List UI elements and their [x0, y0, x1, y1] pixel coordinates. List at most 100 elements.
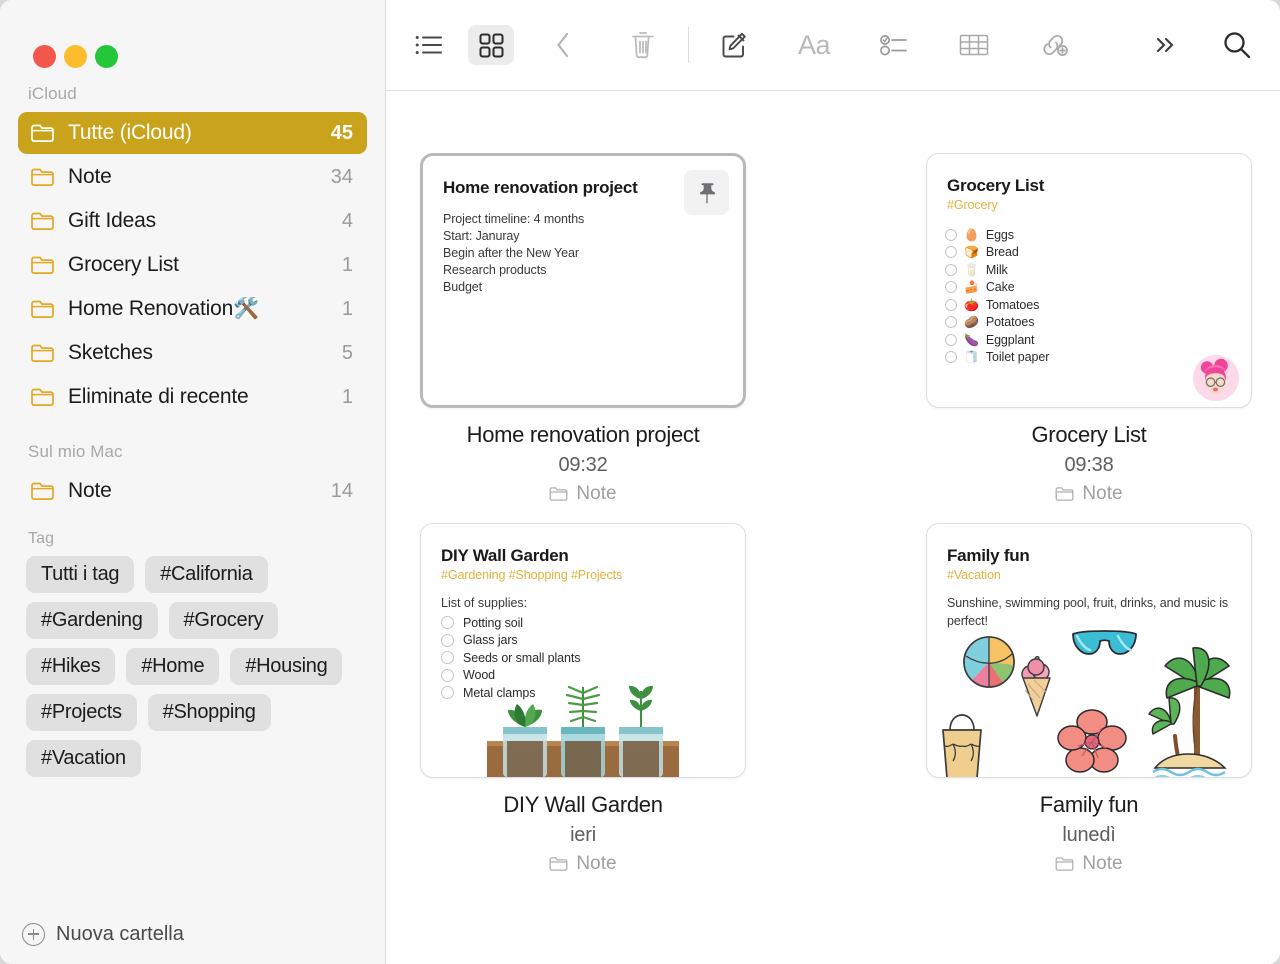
item-emoji: 🍰 [964, 281, 979, 293]
checklist-item[interactable]: 🍅 Tomatoes [945, 296, 1251, 314]
close-button[interactable] [33, 45, 56, 68]
checklist-item-label: Tomatoes [986, 298, 1039, 312]
note-caption: Home renovation project 09:32 Note [420, 408, 746, 505]
note-cell[interactable]: Home renovation project Project timeline… [420, 153, 746, 505]
note-timestamp: lunedì [926, 818, 1252, 847]
minimize-button[interactable] [64, 45, 87, 68]
note-preview-tags: #Gardening #Shopping #Projects [421, 566, 745, 582]
checklist-item[interactable]: 🍰 Cake [945, 279, 1251, 297]
sidebar-item-label: Eliminate di recente [68, 385, 329, 409]
section-header-icloud: iCloud [0, 78, 385, 110]
note-caption: DIY Wall Garden ieri Note [420, 778, 746, 875]
tag-chip-grocery[interactable]: #Grocery [169, 602, 279, 639]
more-options-button[interactable] [1142, 25, 1188, 65]
gallery-view-button[interactable] [468, 25, 514, 65]
checklist-item[interactable]: 🍞 Bread [945, 244, 1251, 262]
checklist-item-label: Toilet paper [986, 350, 1049, 364]
checkbox-icon[interactable] [945, 316, 957, 328]
checklist-button[interactable] [871, 25, 917, 65]
checklist-item-label: Potatoes [986, 315, 1035, 329]
new-folder-button[interactable]: Nuova cartella [0, 910, 385, 964]
notes-grid[interactable]: Home renovation project Project timeline… [386, 91, 1280, 964]
sidebar-item-gift-ideas[interactable]: Gift Ideas 4 [18, 200, 367, 242]
tag-chip-home[interactable]: #Home [126, 648, 219, 685]
checklist-item[interactable]: 🍆 Eggplant [945, 331, 1251, 349]
table-button[interactable] [951, 25, 997, 65]
sidebar-item-grocery-list[interactable]: Grocery List 1 [18, 244, 367, 286]
vacation-stickers-image [927, 608, 1251, 777]
sidebar-item-count: 1 [342, 386, 353, 409]
tag-chip-shopping[interactable]: #Shopping [148, 694, 271, 731]
sidebar-item-label: Grocery List [68, 253, 329, 277]
note-folder-label: Note [576, 853, 616, 875]
note-body-line: Budget [443, 279, 725, 296]
checkbox-icon[interactable] [945, 281, 957, 293]
checklist-item[interactable]: Glass jars [441, 632, 745, 650]
checklist-item-label: Eggs [986, 228, 1014, 242]
note-folder-label: Note [1082, 483, 1122, 505]
checklist-item[interactable]: 🥛 Milk [945, 261, 1251, 279]
sidebar-item-eliminate-di-recente[interactable]: Eliminate di recente 1 [18, 376, 367, 418]
note-card-diy-wall-garden[interactable]: DIY Wall Garden #Gardening #Shopping #Pr… [420, 523, 746, 778]
checklist-item[interactable]: 🥔 Potatoes [945, 314, 1251, 332]
note-card-home-renovation[interactable]: Home renovation project Project timeline… [420, 153, 746, 408]
back-button[interactable] [540, 25, 586, 65]
sidebar-item-note[interactable]: Note 34 [18, 156, 367, 198]
note-title: DIY Wall Garden [420, 792, 746, 818]
checkbox-icon[interactable] [441, 616, 454, 629]
checkbox-icon[interactable] [945, 229, 957, 241]
compose-button[interactable] [711, 25, 757, 65]
section-header-sul-mio-mac: Sul mio Mac [0, 420, 385, 468]
folder-icon [549, 856, 568, 872]
pin-badge[interactable] [684, 170, 729, 215]
item-emoji: 🍆 [964, 334, 979, 346]
checkbox-icon[interactable] [441, 634, 454, 647]
text-format-label: Aa [798, 30, 830, 61]
sidebar-item-label: Gift Ideas [68, 209, 329, 233]
sidebar: iCloud Tutte (iCloud) 45 Note 34 Gi [0, 0, 386, 964]
tag-chip-hikes[interactable]: #Hikes [26, 648, 115, 685]
tag-chip-vacation[interactable]: #Vacation [26, 740, 141, 777]
tag-chip-california[interactable]: #California [145, 556, 267, 593]
checklist-item[interactable]: Potting soil [441, 614, 745, 632]
checkbox-icon[interactable] [945, 246, 957, 258]
note-card-grocery-list[interactable]: Grocery List #Grocery 🥚 Eggs 🍞 Bread [926, 153, 1252, 408]
checkbox-icon[interactable] [945, 264, 957, 276]
sidebar-item-label: Tutte (iCloud) [68, 121, 318, 145]
checklist-item[interactable]: 🥚 Eggs [945, 226, 1251, 244]
search-button[interactable] [1214, 25, 1260, 65]
checkbox-icon[interactable] [945, 299, 957, 311]
folder-icon [30, 167, 55, 187]
tag-chip-gardening[interactable]: #Gardening [26, 602, 158, 639]
add-link-button[interactable] [1031, 25, 1077, 65]
note-folder-label: Note [1082, 853, 1122, 875]
checkbox-icon[interactable] [441, 651, 454, 664]
tag-chip-tutti-i-tag[interactable]: Tutti i tag [26, 556, 134, 593]
note-card-family-fun[interactable]: Family fun #Vacation Sunshine, swimming … [926, 523, 1252, 778]
note-checklist: 🥚 Eggs 🍞 Bread 🥛 Milk [927, 212, 1251, 366]
tag-chip-housing[interactable]: #Housing [230, 648, 342, 685]
note-preview-title: Family fun [927, 524, 1251, 566]
text-format-button[interactable]: Aa [791, 25, 837, 65]
sidebar-item-tutte-icloud[interactable]: Tutte (iCloud) 45 [18, 112, 367, 154]
note-body-line: Project timeline: 4 months [443, 211, 725, 228]
sidebar-scroll-area[interactable]: iCloud Tutte (iCloud) 45 Note 34 Gi [0, 78, 385, 910]
note-cell[interactable]: Grocery List #Grocery 🥚 Eggs 🍞 Bread [926, 153, 1252, 505]
checklist-item[interactable]: Seeds or small plants [441, 649, 745, 667]
list-view-button[interactable] [406, 25, 452, 65]
note-cell[interactable]: Family fun #Vacation Sunshine, swimming … [926, 523, 1252, 875]
tag-chip-projects[interactable]: #Projects [26, 694, 137, 731]
folder-icon [30, 343, 55, 363]
checkbox-icon[interactable] [945, 351, 957, 363]
checklist-item-label: Potting soil [463, 616, 523, 630]
sidebar-item-note-local[interactable]: Note 14 [18, 470, 367, 512]
checklist-item-label: Glass jars [463, 633, 518, 647]
note-cell[interactable]: DIY Wall Garden #Gardening #Shopping #Pr… [420, 523, 746, 875]
sidebar-item-sketches[interactable]: Sketches 5 [18, 332, 367, 374]
sidebar-item-home-renovation[interactable]: Home Renovation🛠️ 1 [18, 288, 367, 330]
checkbox-icon[interactable] [945, 334, 957, 346]
maximize-button[interactable] [95, 45, 118, 68]
trash-button[interactable] [620, 25, 666, 65]
note-timestamp: ieri [420, 818, 746, 847]
sidebar-item-count: 4 [342, 210, 353, 233]
